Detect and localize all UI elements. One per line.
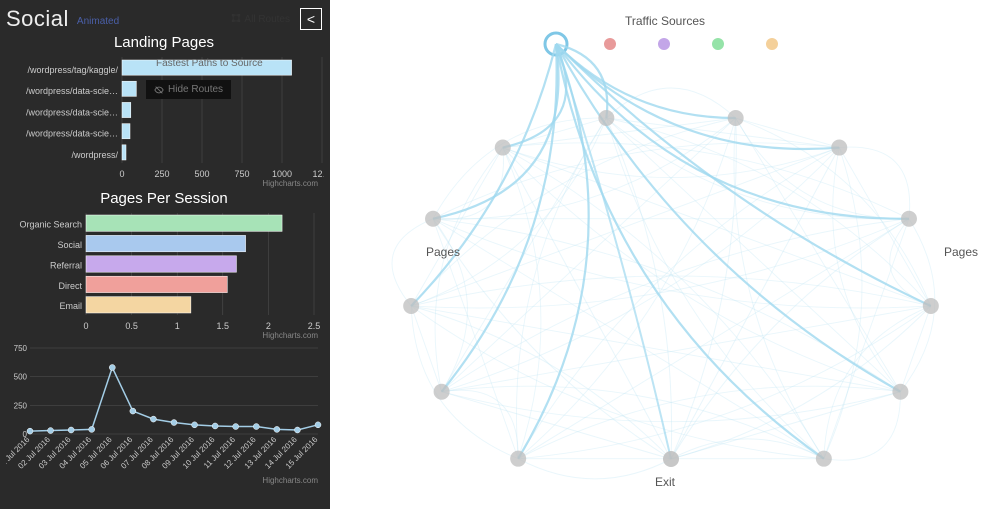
- svg-text:Social: Social: [57, 240, 82, 250]
- svg-text:500: 500: [14, 373, 28, 382]
- pps-chart: Pages Per Session 0 0.5 1 1.5 2 2.5 Organic Se…: [6, 190, 322, 340]
- svg-text:0: 0: [119, 169, 124, 179]
- all-routes-label: All Routes: [244, 14, 290, 25]
- label-exit: Exit: [655, 475, 675, 489]
- landing-pages-title: Landing Pages: [6, 34, 322, 51]
- svg-text:Referral: Referral: [50, 260, 82, 270]
- chart-credit[interactable]: Highcharts.com: [6, 476, 322, 485]
- svg-text:/wordpress/data-scie…: /wordpress/data-scie…: [26, 129, 118, 139]
- svg-text:Direct: Direct: [58, 281, 82, 291]
- page-title: Social: [6, 6, 69, 32]
- chart-credit[interactable]: Highcharts.com: [6, 331, 322, 340]
- svg-text:0.5: 0.5: [125, 321, 138, 331]
- pps-title: Pages Per Session: [6, 190, 322, 207]
- svg-text:/wordpress/data-scie…: /wordpress/data-scie…: [26, 107, 118, 117]
- svg-text:500: 500: [194, 169, 209, 179]
- svg-text:Organic Search: Organic Search: [19, 220, 82, 230]
- svg-text:250: 250: [154, 169, 169, 179]
- svg-text:2: 2: [266, 321, 271, 331]
- sidebar-panel: Social Animated All Routes < Landing Pag…: [0, 0, 330, 509]
- svg-text:/wordpress/tag/kaggle/: /wordpress/tag/kaggle/: [27, 65, 118, 75]
- svg-text:Email: Email: [59, 301, 82, 311]
- timeline-chart: 025050075001 Jul 201602 Jul 201603 Jul 2…: [6, 342, 322, 485]
- routes-icon: [231, 13, 241, 26]
- svg-text:1000: 1000: [272, 169, 292, 179]
- landing-pages-svg: 0 250 500 750 1000 12… /wordpress/tag/kaggle/ /…: [6, 53, 324, 183]
- svg-text:250: 250: [14, 401, 28, 410]
- sidebar-header: Social Animated All Routes <: [6, 6, 322, 32]
- fastest-paths-overlay: Fastest Paths to Source: [156, 58, 263, 69]
- hide-routes-label: Hide Routes: [168, 84, 223, 95]
- animated-label[interactable]: Animated: [77, 16, 119, 27]
- label-pages-left: Pages: [426, 245, 460, 259]
- chevron-left-icon: <: [307, 11, 315, 27]
- svg-text:750: 750: [14, 344, 28, 353]
- svg-text:1.5: 1.5: [217, 321, 230, 331]
- all-routes-button[interactable]: All Routes: [231, 13, 290, 26]
- svg-text:12…: 12…: [312, 169, 324, 179]
- label-traffic-sources: Traffic Sources: [625, 14, 705, 28]
- svg-text:2.5: 2.5: [308, 321, 321, 331]
- hide-routes-button[interactable]: Hide Routes: [146, 80, 231, 99]
- timeline-svg: 025050075001 Jul 201602 Jul 201603 Jul 2…: [6, 342, 324, 480]
- collapse-button[interactable]: <: [300, 8, 322, 30]
- chart-credit[interactable]: Highcharts.com: [6, 179, 322, 188]
- svg-text:/wordpress/: /wordpress/: [71, 150, 118, 160]
- eye-off-icon: [154, 85, 164, 95]
- svg-text:/wordpress/data-scie…: /wordpress/data-scie…: [26, 86, 118, 96]
- label-pages-right: Pages: [944, 245, 978, 259]
- network-panel[interactable]: Traffic Sources Pages Pages Exit: [330, 0, 1000, 509]
- svg-text:750: 750: [234, 169, 249, 179]
- pps-svg: 0 0.5 1 1.5 2 2.5 Organic Search Social Referral…: [6, 209, 324, 335]
- svg-text:0: 0: [83, 321, 88, 331]
- svg-text:1: 1: [175, 321, 180, 331]
- landing-pages-chart: Landing Pages Fastest Paths to Source Hi…: [6, 34, 322, 188]
